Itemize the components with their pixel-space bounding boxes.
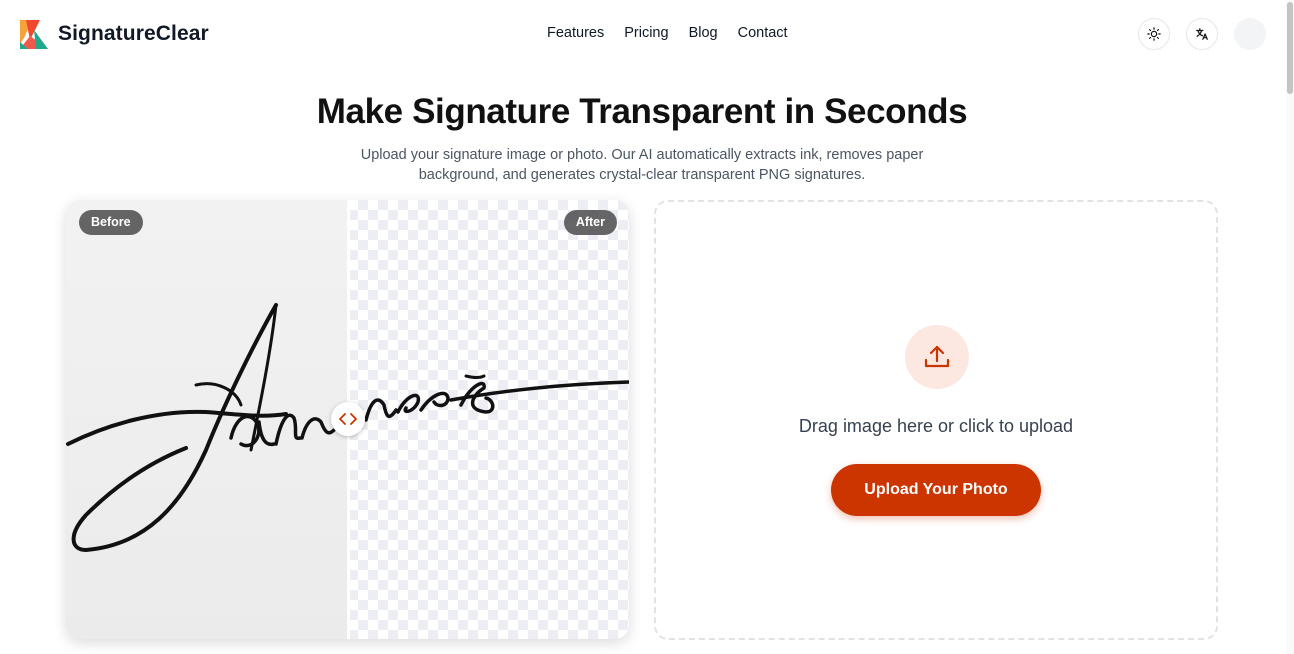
- brand-logo[interactable]: SignatureClear: [18, 18, 209, 49]
- code-arrows-icon: [339, 413, 357, 425]
- language-button[interactable]: [1186, 18, 1218, 50]
- user-avatar[interactable]: [1234, 18, 1266, 50]
- before-after-comparison: Before After: [66, 200, 629, 639]
- upload-prompt: Drag image here or click to upload: [798, 416, 1074, 436]
- page-title: Make Signature Transparent in Seconds: [316, 92, 968, 131]
- theme-toggle-button[interactable]: [1138, 18, 1170, 50]
- upload-dropzone[interactable]: Drag image here or click to upload Uploa…: [654, 200, 1218, 640]
- logo-icon: [18, 18, 48, 49]
- upload-icon-circle: [905, 325, 969, 389]
- nav-blog[interactable]: Blog: [689, 25, 718, 41]
- upload-icon: [924, 345, 950, 368]
- before-badge: Before: [79, 210, 143, 235]
- nav-features[interactable]: Features: [547, 25, 604, 41]
- sun-icon: [1147, 27, 1161, 41]
- page-scrollbar[interactable]: [1286, 0, 1294, 654]
- brand-name: SignatureClear: [58, 21, 209, 45]
- compare-slider-handle[interactable]: [331, 402, 365, 436]
- upload-photo-button[interactable]: Upload Your Photo: [831, 464, 1041, 516]
- nav-contact[interactable]: Contact: [738, 25, 788, 41]
- after-badge: After: [563, 210, 617, 235]
- translate-icon: [1196, 28, 1208, 40]
- scrollbar-thumb[interactable]: [1287, 2, 1293, 94]
- top-header: SignatureClear Features Pricing Blog Con…: [0, 0, 1294, 68]
- page-subtitle: Upload your signature image or photo. Ou…: [360, 147, 924, 183]
- nav-pricing[interactable]: Pricing: [624, 25, 668, 41]
- main-nav: Features Pricing Blog Contact: [547, 25, 808, 41]
